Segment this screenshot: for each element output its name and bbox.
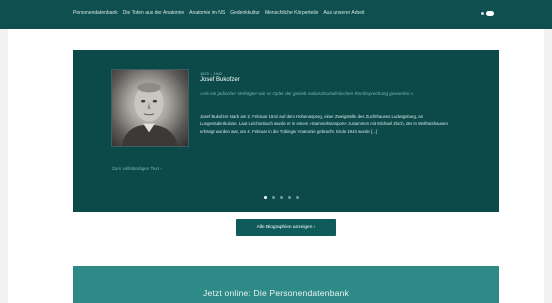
toggle-icon [481,12,484,15]
biography-text: Josef Bukofzer starb am 2. Februar 1942 … [200,114,448,134]
slider-dot[interactable] [288,196,291,199]
top-navigation-bar: Personendatenbank Die Toten aus der Anat… [0,0,552,29]
life-years: 1870 – 1942 [200,71,223,76]
main-nav: Personendatenbank Die Toten aus der Anat… [73,10,364,16]
portrait-photo [111,69,189,147]
nav-item-personendatenbank[interactable]: Personendatenbank [73,10,118,16]
slider-pagination [264,196,299,199]
slider-dot[interactable] [272,196,275,199]
all-biographies-button[interactable]: Alle Biographien anzeigen › [236,219,336,236]
portrait-image [121,82,179,146]
nav-item-aus-unserer-arbeit[interactable]: Aus unserer Arbeit [323,10,364,16]
slider-dot[interactable] [280,196,283,199]
nav-item-anatomie-im-ns[interactable]: Anatomie im NS [189,10,225,16]
slider-dot[interactable] [264,196,267,199]
person-name: Josef Bukofzer [200,77,240,83]
nav-item-gedenkkultur[interactable]: Gedenkkultur [230,10,260,16]
biography-quote: »Als ein jüdischer Verfolgter war er Opf… [200,91,414,96]
nav-item-die-toten-aus-der-anatomie[interactable]: Die Toten aus der Anatomie [123,10,184,16]
slider-dot[interactable] [296,196,299,199]
read-more-link[interactable]: Zum vollständigen Text › [112,166,162,171]
nav-item-menschliche-koerperteile[interactable]: Menschliche Körperteile [265,10,318,16]
banner-title: Jetzt online: Die Personendatenbank [203,288,349,298]
toggle-switch[interactable] [486,11,494,16]
display-toggle[interactable] [481,10,497,17]
